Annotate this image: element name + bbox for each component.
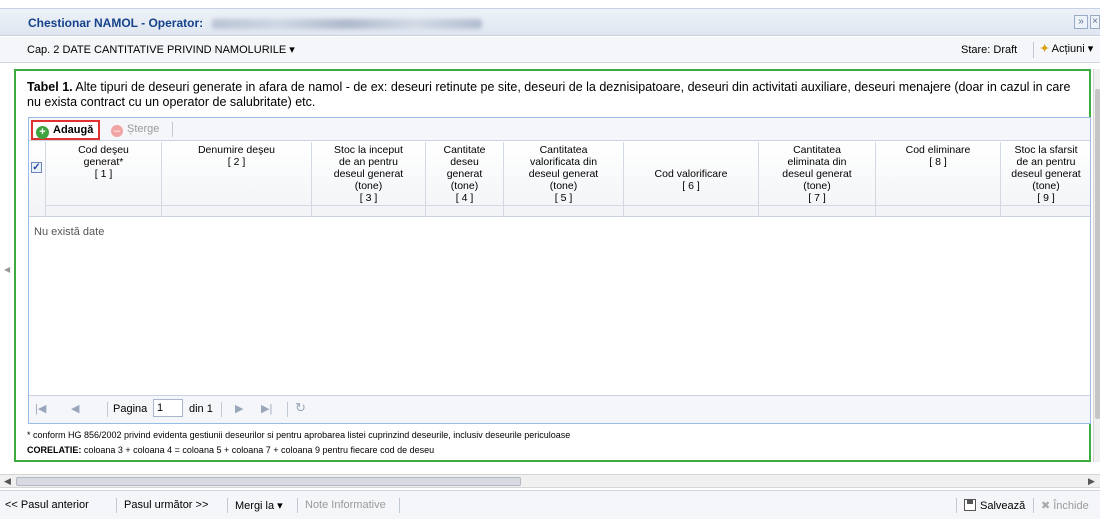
bottom-separator [116, 498, 117, 513]
delete-icon: – [111, 125, 123, 137]
status-text: Stare: Draft [961, 44, 1018, 56]
toolbar-separator [1033, 42, 1034, 58]
collapse-left-icon[interactable]: ◀ [4, 265, 10, 274]
add-button-label: Adaugă [53, 124, 94, 136]
bottom-navigation-bar: << Pasul anterior Pasul următor >> Mergi… [0, 490, 1100, 519]
delete-button[interactable]: – Șterge [111, 123, 159, 137]
first-page-icon[interactable]: |◀ [35, 402, 46, 415]
chapter-toolbar: Cap. 2 DATE CANTITATIVE PRIVIND NAMOLURI… [0, 37, 1100, 63]
window-title: Chestionar NAMOL - Operator: [28, 16, 483, 30]
scroll-left-icon[interactable]: ◀ [4, 476, 11, 487]
close-icon[interactable]: × [1090, 15, 1100, 29]
close-button[interactable]: ✖ Închide [1041, 499, 1089, 512]
operator-name-redacted [212, 18, 483, 29]
prev-page-icon[interactable]: ◀ [71, 402, 79, 415]
pager-separator [107, 402, 108, 417]
bottom-separator [227, 498, 228, 513]
table-title-text: Alte tipuri de deseuri generate in afara… [27, 80, 1071, 109]
horizontal-scroll-thumb[interactable] [16, 477, 521, 486]
grid-toolbar: + Adaugă – Șterge [29, 118, 1090, 141]
bottom-separator [1033, 498, 1034, 513]
actions-label: Acțiuni ▾ [1051, 43, 1094, 55]
info-notes-button[interactable]: Note Informative [305, 499, 386, 511]
pager-separator [287, 402, 288, 417]
select-all-checkbox[interactable]: ✓ [31, 162, 42, 173]
save-button-label: Salvează [980, 500, 1026, 512]
data-grid: + Adaugă – Șterge ✓ Cod deşeu generat*[ 1 … [28, 117, 1091, 424]
page-count: din 1 [189, 403, 213, 415]
page-label: Pagina [113, 403, 148, 415]
header-filter-row-line [46, 205, 1090, 206]
goto-menu[interactable]: Mergi la ▾ [235, 499, 283, 512]
select-all-header: ✓ [29, 142, 46, 217]
scroll-right-icon[interactable]: ▶ [1088, 476, 1095, 487]
actions-menu[interactable]: ✦ Acțiuni ▾ [1040, 42, 1093, 55]
window-title-bar: Chestionar NAMOL - Operator: » × [0, 8, 1100, 36]
bottom-separator [297, 498, 298, 513]
questionnaire-window: Chestionar NAMOL - Operator: » × Cap. 2 … [0, 0, 1100, 519]
collapse-icon[interactable]: » [1074, 15, 1088, 29]
add-icon: + [36, 126, 49, 139]
save-button[interactable]: Salvează [964, 499, 1025, 512]
bottom-separator [956, 498, 957, 513]
previous-step-button[interactable]: << Pasul anterior [5, 499, 89, 511]
delete-button-label: Șterge [127, 123, 160, 135]
actions-gear-icon: ✦ [1040, 43, 1050, 55]
grid-header: ✓ Cod deşeu generat*[ 1 ] Denumire deşeu… [29, 142, 1090, 217]
add-button[interactable]: + Adaugă [31, 120, 101, 140]
horizontal-scrollbar[interactable]: ◀ ▶ [0, 474, 1100, 488]
correlation-note: CORELATIE: coloana 3 + coloana 4 = coloa… [27, 445, 434, 455]
vertical-scroll-thumb[interactable] [1095, 89, 1100, 419]
pagination-bar: |◀ ◀ Pagina 1 din 1 ▶ ▶| ↻ [29, 395, 1090, 423]
chapter-menu[interactable]: Cap. 2 DATE CANTITATIVE PRIVIND NAMOLURI… [27, 43, 295, 56]
refresh-icon[interactable]: ↻ [295, 400, 306, 416]
toolbar-separator [172, 122, 173, 137]
close-button-label: Închide [1053, 500, 1089, 512]
bottom-separator [399, 498, 400, 513]
close-x-icon: ✖ [1041, 500, 1051, 512]
table-panel: Tabel 1. Alte tipuri de deseuri generate… [14, 69, 1091, 462]
next-step-button[interactable]: Pasul următor >> [124, 499, 208, 511]
footnote: * conform HG 856/2002 privind evidenta g… [27, 430, 571, 440]
table-title-number: Tabel 1. [27, 80, 73, 94]
table-title: Tabel 1. Alte tipuri de deseuri generate… [27, 80, 1077, 110]
vertical-scrollbar[interactable] [1093, 69, 1100, 462]
last-page-icon[interactable]: ▶| [261, 402, 272, 415]
correlation-label: CORELATIE: [27, 445, 82, 455]
next-page-icon[interactable]: ▶ [235, 402, 243, 415]
pager-separator [221, 402, 222, 417]
save-icon [964, 499, 976, 511]
correlation-text: coloana 3 + coloana 4 = coloana 5 + colo… [81, 445, 435, 455]
window-title-label: Chestionar NAMOL - Operator: [28, 16, 204, 30]
empty-message: Nu există date [34, 226, 105, 238]
page-number-input[interactable]: 1 [153, 399, 183, 417]
